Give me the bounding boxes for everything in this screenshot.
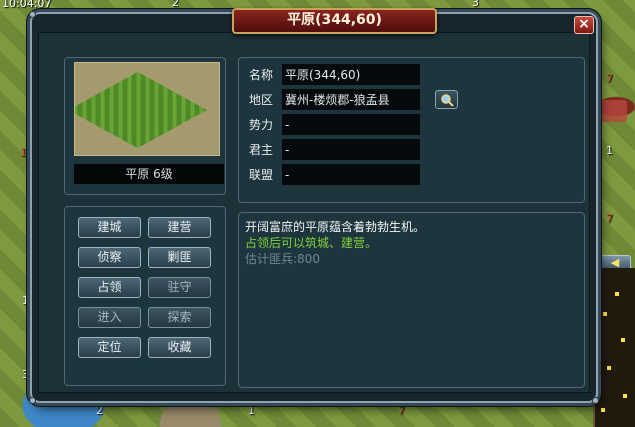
map-tile-number: 7 bbox=[398, 404, 405, 417]
map-tile-number: 1 bbox=[606, 144, 613, 157]
region-value: 冀州-楼烦郡-狼孟县 bbox=[282, 89, 420, 110]
faction-label: 势力 bbox=[249, 118, 274, 132]
garrison-button[interactable]: 驻守 bbox=[148, 277, 211, 298]
locate-region-button[interactable] bbox=[435, 90, 458, 109]
favorite-button[interactable]: 收藏 bbox=[148, 337, 211, 358]
map-tile-number: 1 bbox=[22, 294, 29, 307]
map-tile-number: 3 bbox=[472, 0, 479, 9]
map-tile-number: 1 bbox=[248, 404, 255, 417]
name-label: 名称 bbox=[249, 68, 274, 82]
clock: 10:04:07 bbox=[2, 0, 52, 10]
plain-terrain-tile bbox=[75, 71, 207, 149]
minimap[interactable] bbox=[593, 268, 635, 427]
build-city-button[interactable]: 建城 bbox=[78, 217, 141, 238]
scout-button[interactable]: 侦察 bbox=[78, 247, 141, 268]
occupy-button[interactable]: 占领 bbox=[78, 277, 141, 298]
tile-info-dialog: 平原 6级 名称 平原(344,60) 地区 冀州-楼烦郡-狼孟县 势力 - 君… bbox=[29, 8, 599, 404]
minimap-marker bbox=[603, 312, 607, 316]
frame-bolt bbox=[29, 11, 36, 18]
description-panel: 开阔富庶的平原蕴含着勃勃生机。 占领后可以筑城、建营。 估计匪兵:800 bbox=[238, 212, 585, 388]
minimap-marker bbox=[607, 366, 611, 370]
thumbnail-panel: 平原 6级 bbox=[64, 57, 226, 195]
minimap-marker bbox=[601, 408, 605, 412]
lord-value: - bbox=[282, 139, 420, 160]
lord-label: 君主 bbox=[249, 143, 274, 157]
map-tile-number: 2 bbox=[172, 0, 179, 9]
close-button[interactable]: × bbox=[574, 16, 594, 34]
dialog-body: 平原 6级 名称 平原(344,60) 地区 冀州-楼烦郡-狼孟县 势力 - 君… bbox=[38, 32, 590, 393]
minimap-marker bbox=[615, 292, 619, 296]
description-text: 开阔富庶的平原蕴含着勃勃生机。 bbox=[245, 220, 426, 234]
minimap-marker bbox=[621, 338, 625, 342]
magnifier-icon bbox=[441, 94, 454, 107]
actions-panel: 建城 建营 侦察 剿匪 占领 驻守 进入 探索 定位 收藏 bbox=[64, 206, 226, 386]
locate-button[interactable]: 定位 bbox=[78, 337, 141, 358]
alliance-label: 联盟 bbox=[249, 168, 274, 182]
build-camp-button[interactable]: 建营 bbox=[148, 217, 211, 238]
info-row-region: 地区 冀州-楼烦郡-狼孟县 bbox=[249, 89, 469, 111]
bandit-estimate-text: 估计匪兵:800 bbox=[245, 252, 320, 266]
info-panel: 名称 平原(344,60) 地区 冀州-楼烦郡-狼孟县 势力 - 君主 - 联盟… bbox=[238, 57, 585, 203]
occupy-hint-text: 占领后可以筑城、建营。 bbox=[245, 236, 378, 250]
dialog-title: 平原(344,60) bbox=[232, 8, 437, 34]
explore-button[interactable]: 探索 bbox=[148, 307, 211, 328]
suppress-bandits-button[interactable]: 剿匪 bbox=[148, 247, 211, 268]
map-tile-number: 7 bbox=[606, 72, 613, 85]
minimap-marker bbox=[623, 394, 627, 398]
frame-bolt bbox=[29, 397, 36, 404]
terrain-level-label: 平原 6级 bbox=[74, 164, 224, 184]
name-value: 平原(344,60) bbox=[282, 64, 420, 85]
region-label: 地区 bbox=[249, 93, 274, 107]
alliance-value: - bbox=[282, 164, 420, 185]
map-tile-number: 3 bbox=[22, 368, 29, 381]
map-tile-number: 7 bbox=[606, 212, 613, 225]
enter-button[interactable]: 进入 bbox=[78, 307, 141, 328]
city-marker-icon[interactable] bbox=[599, 100, 627, 122]
frame-bolt bbox=[592, 397, 599, 404]
map-tile-number: 2 bbox=[96, 404, 103, 417]
terrain-thumbnail bbox=[74, 62, 220, 156]
faction-value: - bbox=[282, 114, 420, 135]
